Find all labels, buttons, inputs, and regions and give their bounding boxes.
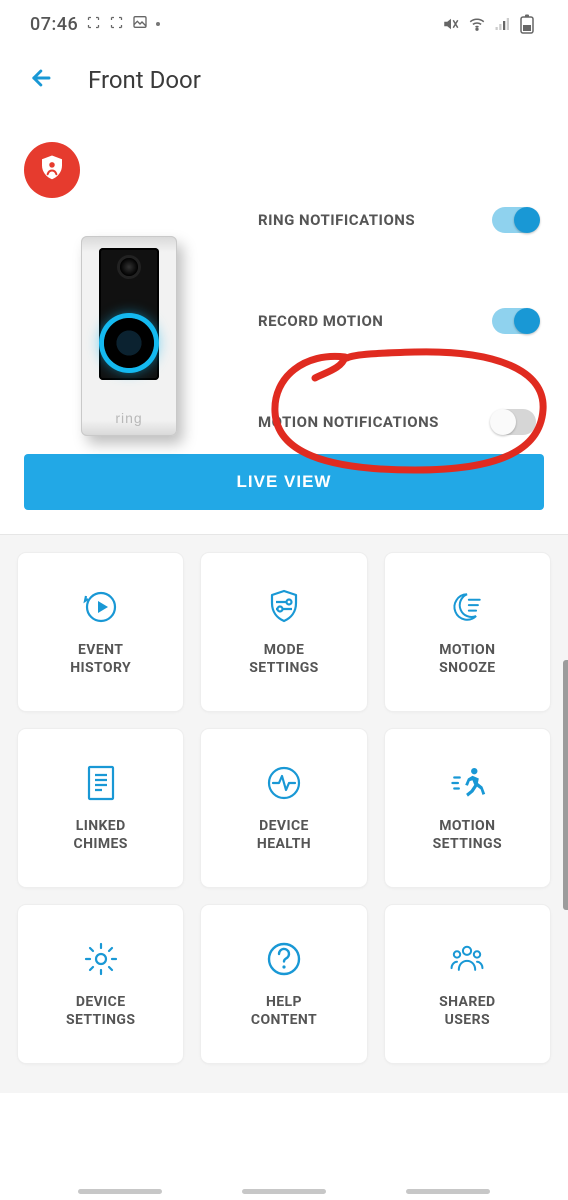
gear-icon: [81, 939, 121, 979]
system-nav-hint: [0, 1189, 568, 1194]
toggle-ring-notifications: RING NOTIFICATIONS: [258, 207, 536, 233]
card-linked-chimes[interactable]: LINKED CHIMES: [18, 729, 183, 887]
status-dot: [156, 22, 160, 26]
toggle-motion-notifications: MOTION NOTIFICATIONS: [258, 409, 536, 435]
card-label: DEVICE HEALTH: [257, 817, 311, 853]
running-person-icon: [447, 763, 487, 803]
status-bar: 07:46: [0, 0, 568, 48]
toggle-label: RECORD MOTION: [258, 312, 383, 330]
status-time: 07:46: [30, 14, 78, 35]
device-section: ring RING NOTIFICATIONS RECORD MOTION MO…: [0, 112, 568, 446]
toggle-label: RING NOTIFICATIONS: [258, 211, 415, 229]
card-motion-settings[interactable]: MOTION SETTINGS: [385, 729, 550, 887]
card-label: LINKED CHIMES: [74, 817, 128, 853]
card-label: DEVICE SETTINGS: [66, 993, 135, 1029]
card-label: SHARED USERS: [439, 993, 495, 1029]
back-button[interactable]: [24, 62, 60, 98]
card-shared-users[interactable]: SHARED USERS: [385, 905, 550, 1063]
back-arrow-icon: [28, 64, 56, 96]
card-label: MOTION SNOOZE: [439, 641, 495, 677]
heartbeat-icon: [264, 763, 304, 803]
card-area: EVENT HISTORY MODE SETTINGS MOTION SNOOZ…: [0, 535, 568, 1093]
capture-icon: [86, 14, 101, 35]
document-lines-icon: [81, 763, 121, 803]
battery-icon: [520, 14, 534, 34]
device-image: ring: [24, 206, 234, 436]
card-mode-settings[interactable]: MODE SETTINGS: [201, 553, 366, 711]
status-right: [442, 14, 534, 34]
status-left: 07:46: [30, 14, 160, 35]
scroll-indicator[interactable]: [563, 660, 568, 910]
card-label: EVENT HISTORY: [70, 641, 131, 677]
home-mode-badge[interactable]: [24, 142, 80, 198]
volume-mute-icon: [442, 15, 460, 33]
page-title: Front Door: [88, 66, 201, 94]
record-motion-switch[interactable]: [492, 308, 536, 334]
shield-person-icon: [37, 153, 67, 187]
signal-icon: [494, 15, 512, 33]
app-header: Front Door: [0, 48, 568, 112]
question-circle-icon: [264, 939, 304, 979]
toggle-label: MOTION NOTIFICATIONS: [258, 413, 439, 431]
device-brand: ring: [81, 410, 177, 426]
card-device-health[interactable]: DEVICE HEALTH: [201, 729, 366, 887]
capture-icon: [109, 14, 124, 35]
live-view-button[interactable]: LIVE VIEW: [24, 454, 544, 510]
card-event-history[interactable]: EVENT HISTORY: [18, 553, 183, 711]
wifi-icon: [468, 15, 486, 33]
card-label: MOTION SETTINGS: [433, 817, 502, 853]
motion-notifications-switch[interactable]: [492, 409, 536, 435]
ring-notifications-switch[interactable]: [492, 207, 536, 233]
history-play-icon: [81, 587, 121, 627]
moon-snooze-icon: [447, 587, 487, 627]
card-device-settings[interactable]: DEVICE SETTINGS: [18, 905, 183, 1063]
card-help-content[interactable]: HELP CONTENT: [201, 905, 366, 1063]
card-motion-snooze[interactable]: MOTION SNOOZE: [385, 553, 550, 711]
users-group-icon: [447, 939, 487, 979]
shield-sliders-icon: [264, 587, 304, 627]
card-label: HELP CONTENT: [251, 993, 317, 1029]
picture-icon: [132, 14, 148, 35]
card-label: MODE SETTINGS: [249, 641, 318, 677]
toggle-record-motion: RECORD MOTION: [258, 308, 536, 334]
